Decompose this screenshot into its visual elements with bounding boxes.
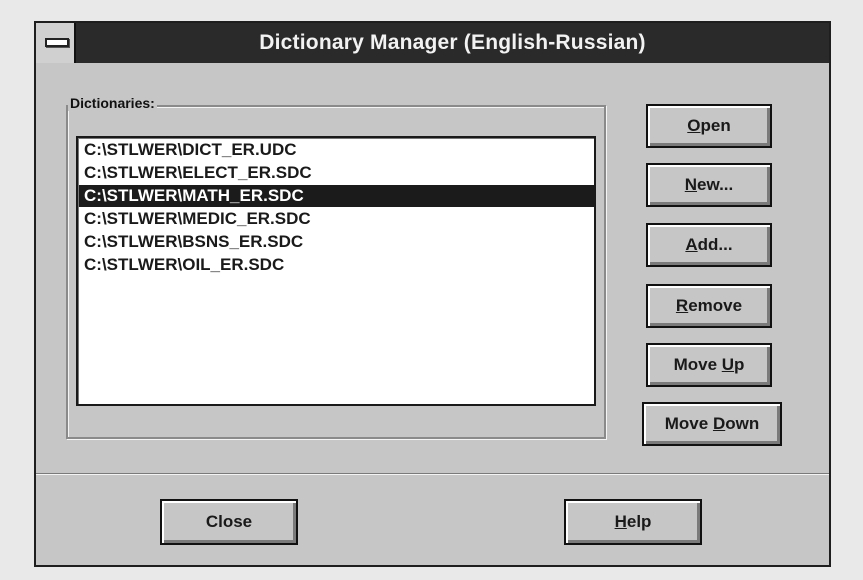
system-menu-button[interactable] xyxy=(36,23,76,63)
add-button[interactable]: Add... xyxy=(646,223,772,267)
open-button[interactable]: Open xyxy=(646,104,772,148)
list-item[interactable]: C:\STLWER\BSNS_ER.SDC xyxy=(82,231,303,253)
dictionaries-label: Dictionaries: xyxy=(68,95,157,111)
window-title: Dictionary Manager (English-Russian) xyxy=(259,31,646,54)
list-item[interactable]: C:\STLWER\ELECT_ER.SDC xyxy=(82,162,312,184)
dictionaries-listbox[interactable]: C:\STLWER\DICT_ER.UDC C:\STLWER\ELECT_ER… xyxy=(76,136,596,406)
title-bar[interactable]: Dictionary Manager (English-Russian) xyxy=(36,23,829,63)
move-down-label-suffix: own xyxy=(725,414,760,433)
list-item[interactable]: C:\STLWER\MEDIC_ER.SDC xyxy=(82,208,311,230)
footer-divider xyxy=(36,473,829,475)
open-accelerator: O xyxy=(687,116,701,135)
new-accelerator: N xyxy=(684,175,698,194)
add-accelerator: A xyxy=(685,235,698,254)
open-label-suffix: pen xyxy=(700,116,731,135)
remove-accelerator: R xyxy=(675,296,689,315)
move-up-accelerator: U xyxy=(721,355,735,374)
move-up-label-suffix: p xyxy=(734,355,745,374)
add-label-suffix: dd... xyxy=(697,235,733,254)
help-label-suffix: elp xyxy=(626,512,652,531)
help-accelerator: H xyxy=(614,512,627,531)
remove-label-suffix: emove xyxy=(688,296,743,315)
remove-button[interactable]: Remove xyxy=(646,284,772,328)
new-button[interactable]: New... xyxy=(646,163,772,207)
list-item-selected[interactable]: C:\STLWER\MATH_ER.SDC xyxy=(79,185,595,207)
close-button[interactable]: Close xyxy=(160,499,298,545)
dictionary-manager-dialog: Dictionary Manager (English-Russian) Dic… xyxy=(34,21,831,567)
system-menu-icon xyxy=(45,38,69,47)
move-up-label-prefix: Move xyxy=(673,355,722,374)
new-label-suffix: ew... xyxy=(697,175,734,194)
list-item[interactable]: C:\STLWER\OIL_ER.SDC xyxy=(82,254,284,276)
help-button[interactable]: Help xyxy=(564,499,702,545)
move-down-accelerator: D xyxy=(712,414,726,433)
move-up-button[interactable]: Move Up xyxy=(646,343,772,387)
move-down-button[interactable]: Move Down xyxy=(642,402,782,446)
list-item[interactable]: C:\STLWER\DICT_ER.UDC xyxy=(82,139,297,161)
move-down-label-prefix: Move xyxy=(664,414,713,433)
